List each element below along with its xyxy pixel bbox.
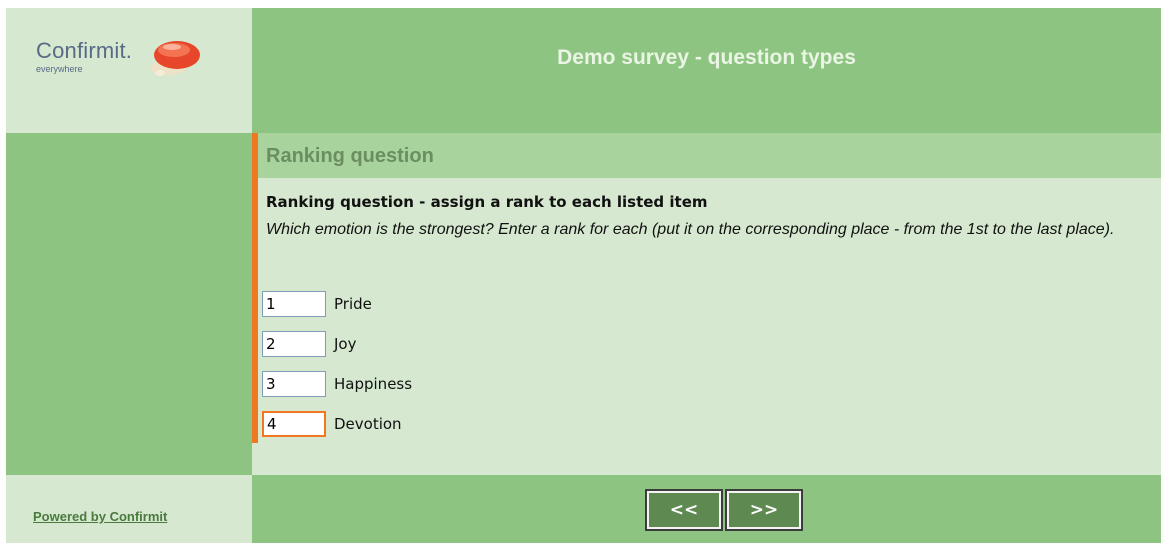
left-sidebar [6,133,252,475]
back-button[interactable]: << [645,489,723,531]
logo-tagline: everywhere [36,64,83,74]
next-button[interactable]: >> [725,489,803,531]
question-panel: Ranking question Ranking question - assi… [252,133,1161,475]
question-instructions: Which emotion is the strongest? Enter a … [266,221,1115,238]
logo-area: Confirmit. everywhere [6,8,252,133]
rank-row-happiness: Happiness [262,368,412,400]
rank-label-joy: Joy [334,335,357,353]
footer-nav: << >> [252,475,1161,543]
question-title: Ranking question - assign a rank to each… [266,193,708,211]
rank-row-devotion: Devotion [262,408,402,440]
section-header: Ranking question [258,133,1161,178]
survey-frame: Confirmit. everywhere Demo survey - ques… [6,8,1161,543]
rank-input-devotion[interactable] [262,411,326,437]
rank-label-happiness: Happiness [334,375,413,393]
section-title: Ranking question [266,145,434,167]
rank-label-devotion: Devotion [334,415,402,433]
speech-bubble-logo-icon [150,41,200,76]
survey-title: Demo survey - question types [557,46,856,69]
powered-by-link[interactable]: Powered by Confirmit [33,509,167,524]
rank-row-pride: Pride [262,288,372,320]
rank-label-pride: Pride [334,295,372,313]
rank-input-pride[interactable] [262,291,326,317]
header-bar: Demo survey - question types [252,8,1161,133]
rank-row-joy: Joy [262,328,356,360]
question-accent-bar [252,133,258,443]
rank-input-happiness[interactable] [262,371,326,397]
rank-input-joy[interactable] [262,331,326,357]
footer-left: Powered by Confirmit [6,475,252,543]
logo-wordmark: Confirmit. [36,38,133,63]
